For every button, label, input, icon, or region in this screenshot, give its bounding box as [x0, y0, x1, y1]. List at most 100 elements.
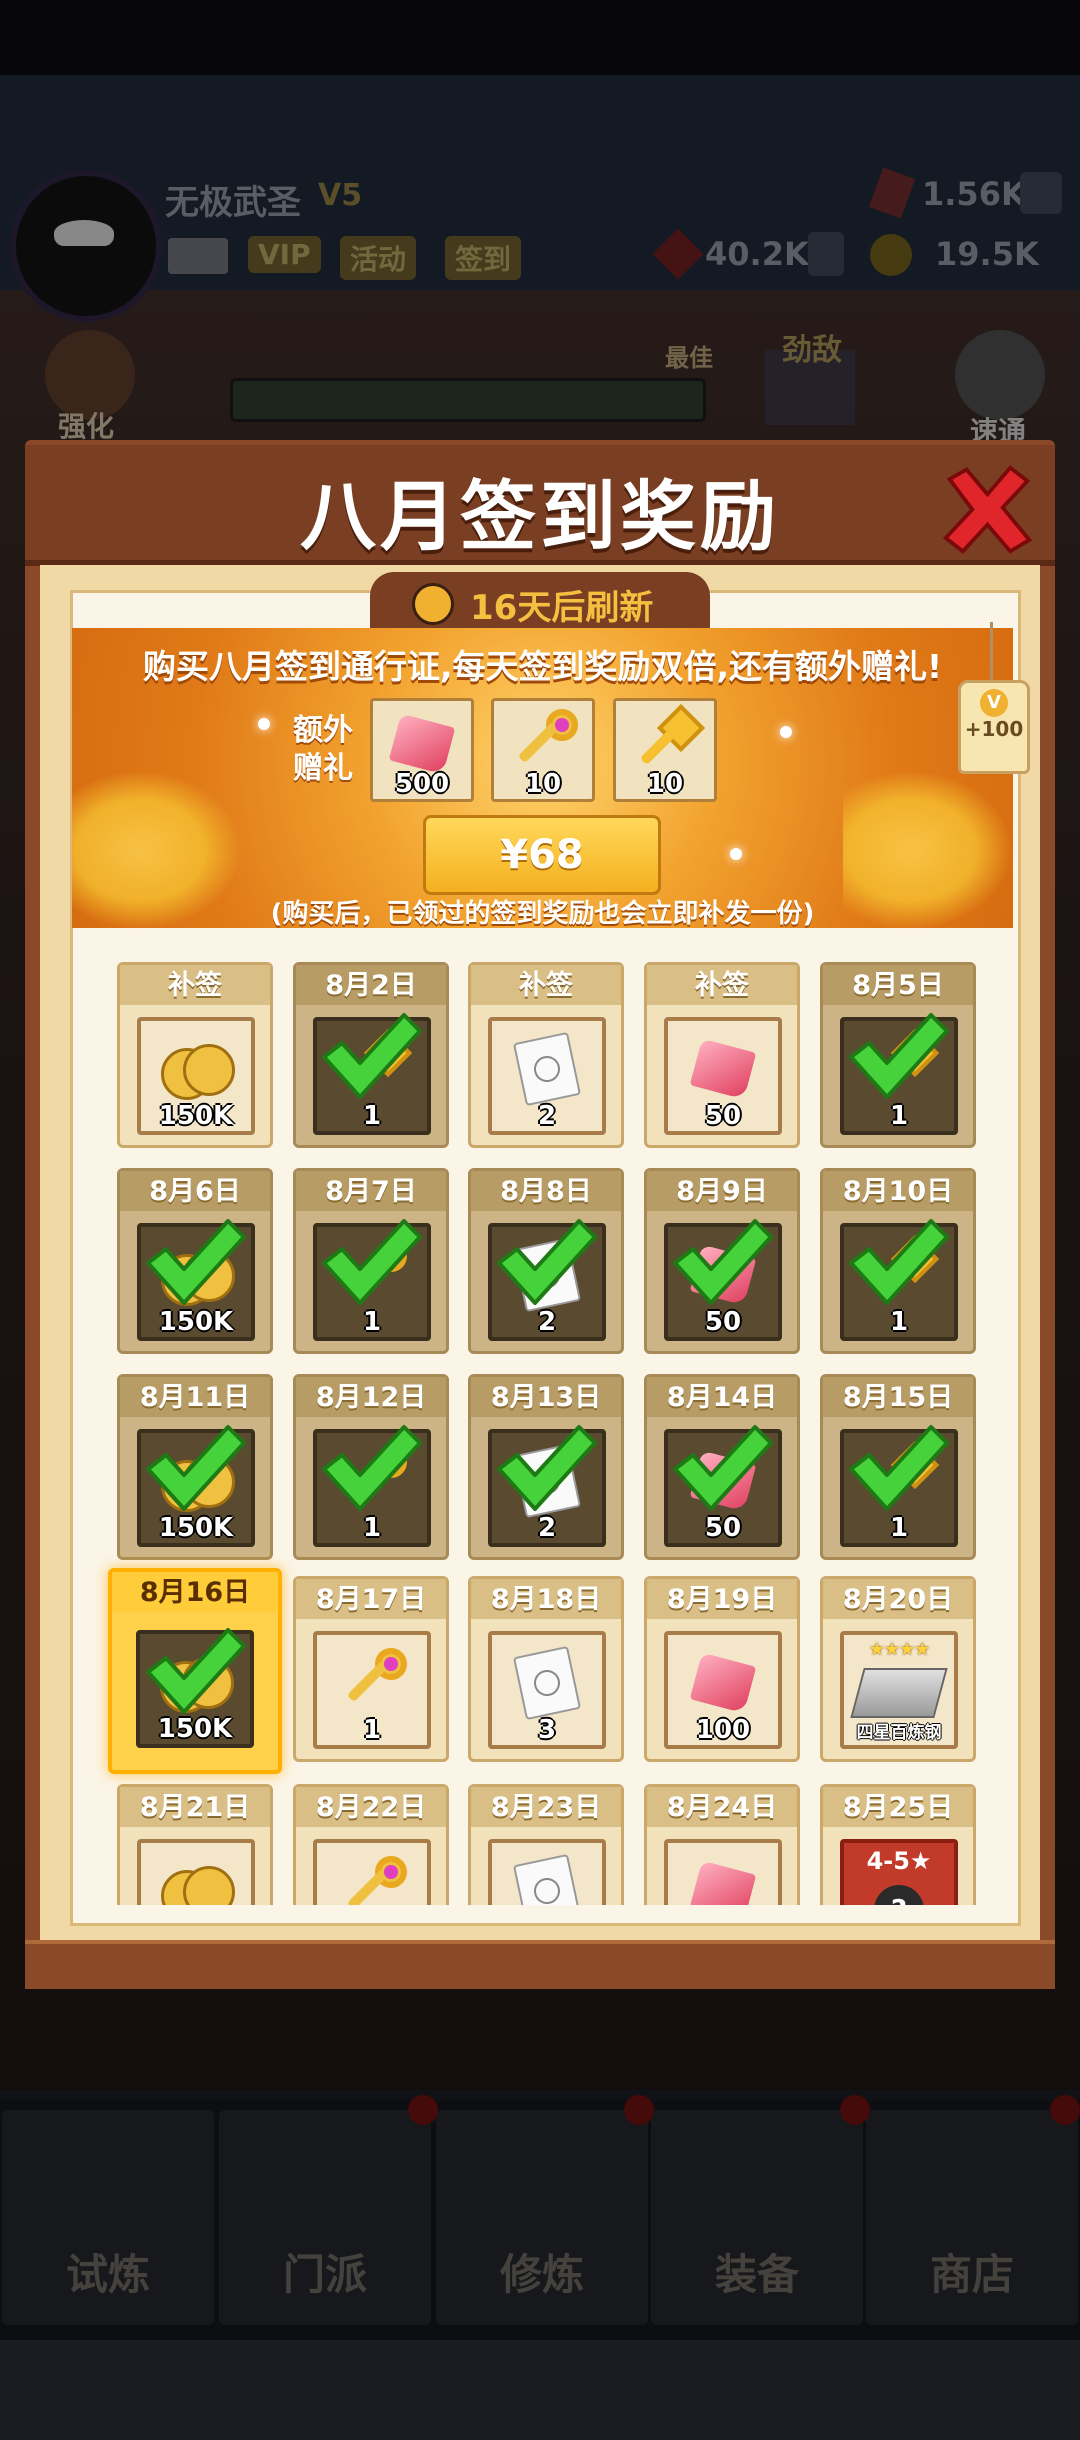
tag-string — [990, 622, 993, 682]
day-label: 8月9日 — [647, 1171, 797, 1211]
reward-count: 50 — [704, 1101, 742, 1131]
clock-icon — [412, 583, 454, 625]
calendar-day-cell[interactable]: 8月2日 1 — [293, 962, 449, 1148]
star-rating: ★★★★ — [868, 1639, 931, 1660]
modal-footer-bar — [25, 1940, 1055, 1989]
day-label: 8月25日 — [823, 1787, 973, 1827]
calendar-day-cell[interactable]: 8月19日 100 — [644, 1576, 800, 1762]
checkmark-icon — [322, 1425, 422, 1511]
gift-count: 10 — [524, 769, 562, 799]
reward-slot: 100 — [664, 1631, 782, 1749]
day-label: 8月16日 — [112, 1572, 278, 1612]
steel-icon — [850, 1668, 948, 1719]
calendar-day-cell[interactable]: 8月20日 ★★★★ 四星百炼钢 — [820, 1576, 976, 1762]
day-label: 8月10日 — [823, 1171, 973, 1211]
calendar-grid[interactable]: 补签 150K 8月2日 1 补签 2 补签 50 8月5日 1 8月6日 150K 8月7日 1 8月8日… — [72, 940, 1013, 1905]
coin-icon — [161, 1044, 235, 1101]
reward-count: 2 — [537, 1513, 557, 1543]
extra-gift-key-gold[interactable]: 10 — [613, 698, 717, 802]
scroll-icon — [512, 1854, 582, 1905]
reward-slot: ★★★★ 四星百炼钢 — [840, 1631, 958, 1749]
reward-slot — [488, 1839, 606, 1905]
checkmark-icon — [673, 1425, 773, 1511]
calendar-day-cell[interactable]: 8月14日 50 — [644, 1374, 800, 1560]
reward-slot: 1 — [313, 1631, 431, 1749]
reward-slot: 4-5★? — [840, 1839, 958, 1905]
calendar-day-cell[interactable]: 8月8日 2 — [468, 1168, 624, 1354]
reward-count: 1 — [889, 1307, 909, 1337]
reward-count: 150K — [158, 1307, 234, 1337]
buy-pass-button[interactable]: ¥68 — [423, 815, 661, 895]
day-label: 8月2日 — [296, 965, 446, 1005]
gem-icon — [689, 1860, 757, 1905]
stage-label: 4-5★ — [866, 1847, 932, 1875]
calendar-day-cell[interactable]: 8月6日 150K — [117, 1168, 273, 1354]
reward-count: 50 — [704, 1513, 742, 1543]
reward-slot: 50 — [664, 1017, 782, 1135]
scroll-icon — [512, 1646, 582, 1721]
calendar-day-cell[interactable]: 8月5日 1 — [820, 962, 976, 1148]
key-pink-icon — [337, 1856, 407, 1905]
vip-badge-icon: V — [980, 689, 1008, 717]
checkmark-icon — [322, 1219, 422, 1305]
reward-count: 150K — [158, 1513, 234, 1543]
calendar-day-cell[interactable]: 8月10日 1 — [820, 1168, 976, 1354]
calendar-day-cell[interactable]: 8月23日 — [468, 1784, 624, 1905]
calendar-day-cell[interactable]: 8月15日 1 — [820, 1374, 976, 1560]
gem-icon — [388, 713, 456, 775]
reward-count: 1 — [889, 1101, 909, 1131]
calendar-day-cell[interactable]: 补签 150K — [117, 962, 273, 1148]
purchase-note: (购买后，已领过的签到奖励也会立即补发一份) — [270, 899, 815, 929]
checkmark-icon — [146, 1628, 246, 1714]
reward-count: 150K — [158, 1101, 234, 1131]
checkmark-icon — [849, 1013, 949, 1099]
checkmark-icon — [146, 1425, 246, 1511]
pass-description: 购买八月签到通行证,每天签到奖励双倍,还有额外赠礼! — [142, 647, 943, 686]
extra-gift-gem[interactable]: 500 — [370, 698, 474, 802]
day-label: 8月21日 — [120, 1787, 270, 1827]
vip-exp-value: +100 — [964, 717, 1024, 741]
day-label: 8月24日 — [647, 1787, 797, 1827]
day-label: 8月22日 — [296, 1787, 446, 1827]
day-label: 8月20日 — [823, 1579, 973, 1619]
reward-count: 1 — [362, 1101, 382, 1131]
calendar-day-cell[interactable]: 8月21日 — [117, 1784, 273, 1905]
calendar-day-cell[interactable]: 8月18日 3 — [468, 1576, 624, 1762]
calendar-day-cell[interactable]: 8月25日 4-5★? — [820, 1784, 976, 1905]
gift-count: 10 — [646, 769, 684, 799]
day-label: 8月23日 — [471, 1787, 621, 1827]
close-icon[interactable] — [940, 462, 1035, 557]
vip-exp-tag[interactable]: V +100 — [958, 680, 1030, 774]
calendar-day-cell[interactable]: 8月7日 1 — [293, 1168, 449, 1354]
item-name: 四星百炼钢 — [856, 1723, 942, 1743]
calendar-day-cell[interactable]: 8月11日 150K — [117, 1374, 273, 1560]
day-label: 8月13日 — [471, 1377, 621, 1417]
reward-count: 100 — [695, 1715, 751, 1745]
calendar-day-cell[interactable]: 8月17日 1 — [293, 1576, 449, 1762]
calendar-day-cell[interactable]: 8月22日 — [293, 1784, 449, 1905]
day-label: 8月11日 — [120, 1377, 270, 1417]
calendar-day-cell[interactable]: 补签 2 — [468, 962, 624, 1148]
makeup-signin-label: 补签 — [120, 965, 270, 1005]
reward-slot: 2 — [488, 1017, 606, 1135]
calendar-day-cell[interactable]: 8月9日 50 — [644, 1168, 800, 1354]
calendar-day-cell[interactable]: 8月24日 — [644, 1784, 800, 1905]
day-label: 8月5日 — [823, 965, 973, 1005]
makeup-signin-label: 补签 — [647, 965, 797, 1005]
reward-count: 1 — [362, 1715, 382, 1745]
reward-slot — [313, 1839, 431, 1905]
calendar-day-cell[interactable]: 8月13日 2 — [468, 1374, 624, 1560]
reward-slot: 3 — [488, 1631, 606, 1749]
checkmark-icon — [322, 1013, 422, 1099]
day-label: 8月19日 — [647, 1579, 797, 1619]
mystery-box-icon: ? — [874, 1885, 924, 1905]
day-label: 8月6日 — [120, 1171, 270, 1211]
reward-count: 1 — [362, 1307, 382, 1337]
checkmark-icon — [497, 1425, 597, 1511]
calendar-day-cell[interactable]: 8月16日 150K — [108, 1568, 282, 1774]
extra-gift-key-pink[interactable]: 10 — [491, 698, 595, 802]
day-label: 8月8日 — [471, 1171, 621, 1211]
calendar-day-cell[interactable]: 8月12日 1 — [293, 1374, 449, 1560]
calendar-day-cell[interactable]: 补签 50 — [644, 962, 800, 1148]
checkmark-icon — [673, 1219, 773, 1305]
